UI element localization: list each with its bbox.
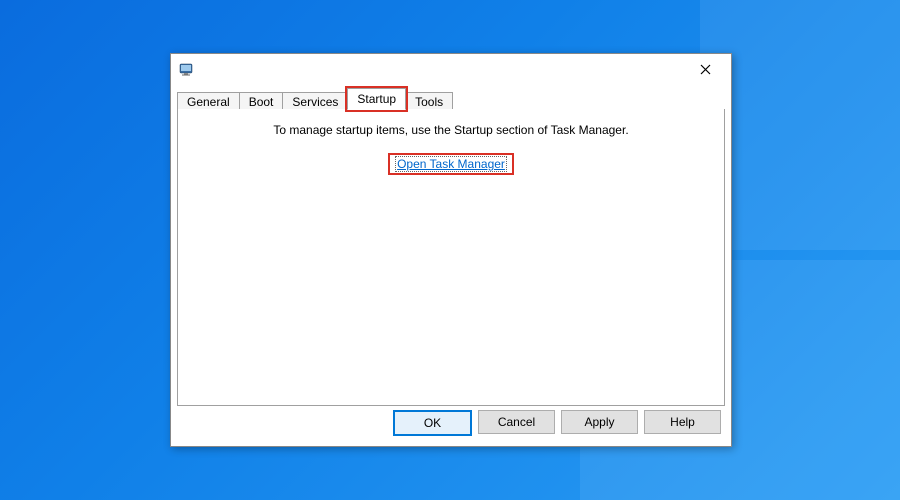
help-button[interactable]: Help (644, 410, 721, 434)
open-task-manager-link[interactable]: Open Task Manager (395, 156, 507, 172)
ok-button[interactable]: OK (393, 410, 472, 436)
dialog-button-row: OK Cancel Apply Help (393, 410, 721, 436)
tab-startup[interactable]: Startup (347, 88, 406, 110)
cancel-button[interactable]: Cancel (478, 410, 555, 434)
app-icon (179, 61, 195, 77)
titlebar (171, 54, 731, 84)
apply-button[interactable]: Apply (561, 410, 638, 434)
startup-info-text: To manage startup items, use the Startup… (178, 123, 724, 137)
startup-tab-panel: To manage startup items, use the Startup… (177, 109, 725, 406)
msconfig-dialog: General Boot Services Startup Tools To m… (170, 53, 732, 447)
link-highlight: Open Task Manager (388, 153, 514, 175)
close-button[interactable] (687, 56, 723, 82)
tab-strip: General Boot Services Startup Tools (177, 88, 725, 110)
desktop-background: General Boot Services Startup Tools To m… (0, 0, 900, 500)
